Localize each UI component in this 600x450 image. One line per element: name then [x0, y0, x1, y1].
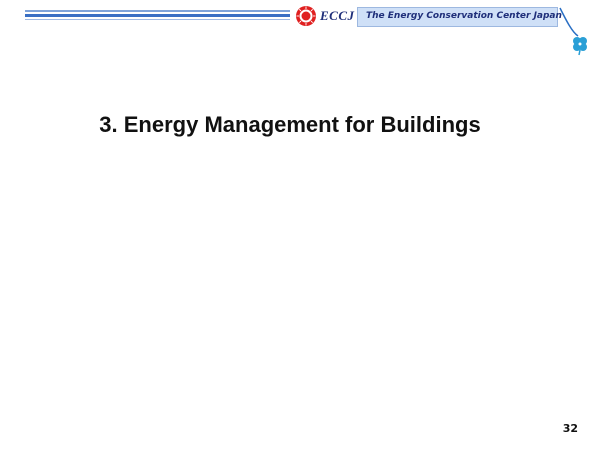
slide-title-text: 3. Energy Management for Buildings: [99, 112, 481, 137]
header-rule-lines: [25, 10, 290, 20]
header-rule-line: [25, 10, 290, 12]
slide-title: 3. Energy Management for Buildings: [0, 112, 600, 138]
page-number: 32: [562, 422, 578, 435]
organization-banner: The Energy Conservation Center Japan: [357, 7, 562, 27]
clover-icon: [559, 7, 587, 56]
header-rule-line: [25, 14, 290, 17]
eccj-sun-logo-icon: [296, 6, 316, 26]
header-rule-line: [25, 19, 290, 20]
brand-name: ECCJ: [320, 8, 355, 23]
slide: ECCJ The Energy Conservation Center Japa…: [0, 0, 600, 450]
organization-name: The Energy Conservation Center Japan: [366, 11, 562, 21]
